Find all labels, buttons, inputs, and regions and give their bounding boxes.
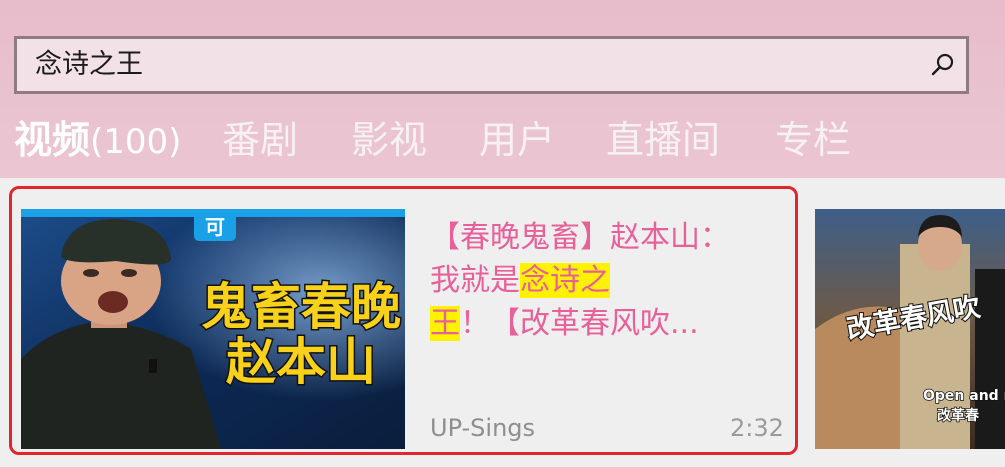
tab-video-label: 视频 bbox=[14, 118, 91, 162]
video-title[interactable]: 【春晚鬼畜】赵本山：我就是念诗之 王！【改革春风吹... bbox=[430, 216, 730, 345]
thumbnail-badge: 可 bbox=[205, 215, 225, 239]
title-highlight: 念诗之 bbox=[520, 263, 610, 298]
tab-film[interactable]: 影视 bbox=[351, 112, 427, 168]
tab-live[interactable]: 直播间 bbox=[606, 112, 720, 168]
search-box[interactable]: 念诗之王 bbox=[14, 36, 969, 94]
thumbnail-image: 可 鬼畜春晚 赵本山 bbox=[21, 209, 405, 449]
tab-column[interactable]: 专栏 bbox=[775, 112, 851, 168]
search-input[interactable]: 念诗之王 bbox=[35, 39, 895, 91]
thumbnail-caption-line2: 赵本山 bbox=[226, 333, 376, 391]
video-duration: 2:32 bbox=[730, 414, 784, 442]
video-thumbnail-next[interactable]: 改革春风吹 Open and r 改革春 bbox=[815, 209, 1005, 449]
thumbnail-subtitle-en: Open and r bbox=[923, 388, 1005, 404]
thumbnail-subtitle-cn: 改革春 bbox=[937, 407, 980, 424]
tab-video-count: (100) bbox=[90, 122, 182, 162]
video-thumbnail[interactable]: 可 鬼畜春晚 赵本山 bbox=[21, 209, 405, 449]
tab-bangumi[interactable]: 番剧 bbox=[222, 112, 298, 168]
uploader-name[interactable]: UP-Sings bbox=[430, 414, 535, 442]
thumbnail-caption-line1: 鬼畜春晚 bbox=[201, 278, 401, 336]
title-highlight: 王 bbox=[430, 306, 460, 341]
header: 念诗之王 视频(100) 番剧 影视 用户 直播间 专栏 bbox=[0, 0, 1005, 178]
search-icon[interactable] bbox=[929, 51, 957, 79]
tab-user[interactable]: 用户 bbox=[479, 112, 555, 168]
thumbnail-image: 改革春风吹 Open and r 改革春 bbox=[815, 209, 1005, 449]
results-area: 可 鬼畜春晚 赵本山 【春晚鬼畜】赵本山：我就是念诗之 王！【改革春风吹... U… bbox=[0, 178, 1005, 467]
tab-video[interactable]: 视频(100) bbox=[14, 112, 181, 170]
title-text: ！【改革春风吹... bbox=[460, 306, 699, 341]
